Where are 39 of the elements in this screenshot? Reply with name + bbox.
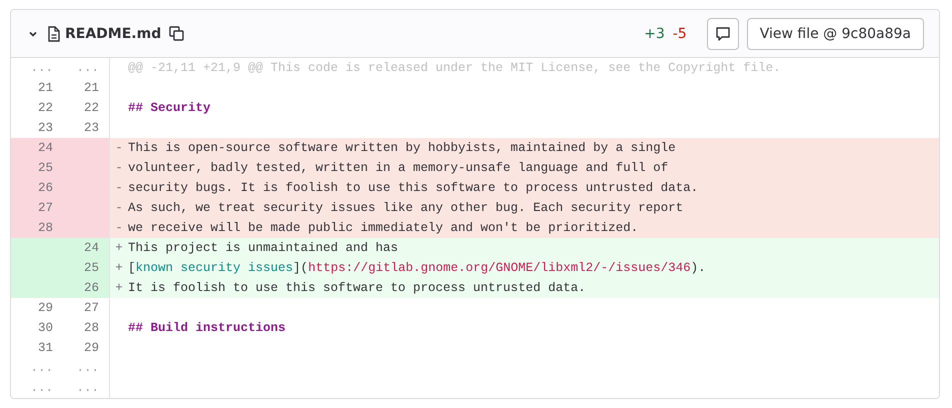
copy-icon[interactable]: [169, 26, 184, 41]
code-line: This project is unmaintained and has: [128, 240, 398, 257]
code-token: https://gitlab.gnome.org/GNOME/libxml2/-/issues/346: [308, 260, 691, 277]
code-line: we receive will be made public immediately and won't be prioritized.: [128, 220, 638, 237]
diff-marker: -: [114, 140, 124, 157]
diff-marker: -: [114, 160, 124, 177]
code-line: volunteer, badly tested, written in a memory-unsafe language and full of: [128, 160, 668, 177]
diff-marker: +: [114, 260, 124, 277]
code-token: ## Security: [128, 100, 211, 117]
file-name: README.md: [65, 26, 162, 42]
code-token: ](: [293, 260, 308, 277]
code-token: ).: [690, 260, 706, 277]
code-token: known security issues: [136, 260, 294, 277]
additions-count: +3: [644, 26, 665, 42]
deletions-count: -5: [672, 26, 687, 42]
code-line: @@ -21,11 +21,9 @@ This code is released under the MIT License, see the Copyright file.: [128, 60, 781, 77]
new-line-number: 25: [65, 258, 110, 278]
document-icon: [47, 26, 61, 42]
diff-marker: +: [114, 280, 124, 297]
code-line: As such, we treat security issues like any other bug. Each security report: [128, 200, 684, 217]
diff-marker: -: [114, 220, 124, 237]
code-line: It is foolish to use this software to process untrusted data.: [128, 280, 586, 297]
code-token: [: [128, 260, 136, 277]
comment-icon: [714, 26, 731, 42]
comment-button[interactable]: [706, 18, 739, 50]
old-line-number: 27: [11, 198, 65, 218]
old-line-number: 28: [11, 218, 65, 238]
old-line-number: 26: [11, 178, 65, 198]
code-token: ## Build instructions: [128, 320, 286, 337]
new-line-number: 24: [65, 238, 110, 258]
diff-marker: -: [114, 200, 124, 217]
diff-marker: +: [114, 240, 124, 257]
diff-marker: -: [114, 180, 124, 197]
new-line-number: 26: [65, 278, 110, 298]
view-file-button[interactable]: View file @ 9c80a89a: [746, 18, 924, 50]
old-line-number: 25: [11, 158, 65, 178]
code-line: security bugs. It is foolish to use this software to process untrusted data.: [128, 180, 698, 197]
code-line: This is open-source software written by hobbyists, maintained by a single: [128, 140, 676, 157]
old-line-number: 24: [11, 138, 65, 158]
